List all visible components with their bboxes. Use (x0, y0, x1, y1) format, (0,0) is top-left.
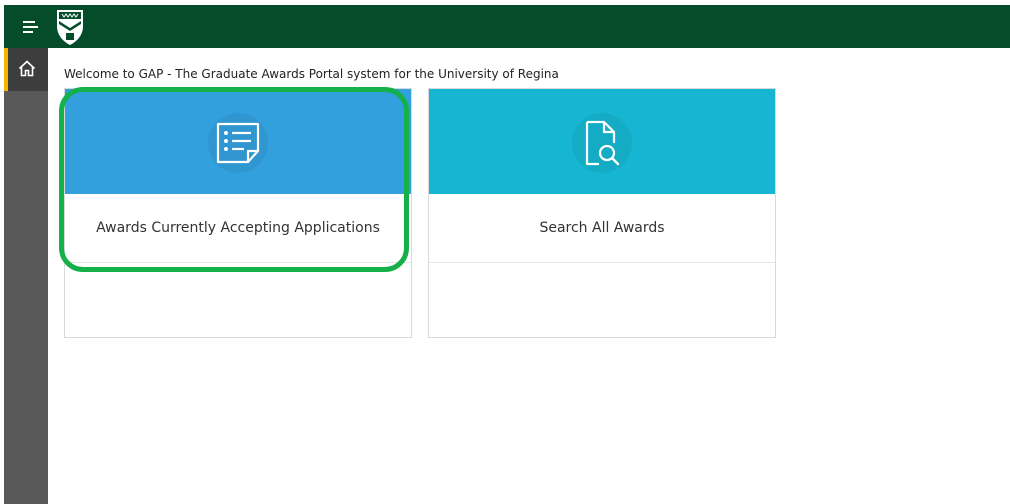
document-search-icon (585, 120, 620, 166)
icon-badge (572, 113, 632, 173)
tile-header (429, 89, 775, 194)
home-icon (18, 60, 36, 77)
sidebar (4, 48, 48, 504)
top-bar (4, 5, 1010, 48)
menu-bar-line (23, 21, 35, 23)
menu-bar-line (23, 26, 38, 28)
tile-label: Awards Currently Accepting Applications (65, 194, 411, 263)
list-document-icon (216, 122, 260, 164)
active-indicator (4, 48, 8, 91)
tile-awards-accepting-applications[interactable]: Awards Currently Accepting Applications (64, 88, 412, 338)
icon-badge (208, 113, 268, 173)
tile-label: Search All Awards (429, 194, 775, 263)
tile-header (65, 89, 411, 194)
university-crest-logo[interactable] (54, 8, 86, 46)
sidebar-item-home[interactable] (4, 48, 48, 91)
hamburger-menu-icon[interactable] (8, 5, 46, 48)
app-frame: Welcome to GAP - The Graduate Awards Por… (0, 0, 1010, 504)
menu-bar-line (23, 31, 33, 33)
welcome-text: Welcome to GAP - The Graduate Awards Por… (64, 67, 559, 81)
tile-search-all-awards[interactable]: Search All Awards (428, 88, 776, 338)
